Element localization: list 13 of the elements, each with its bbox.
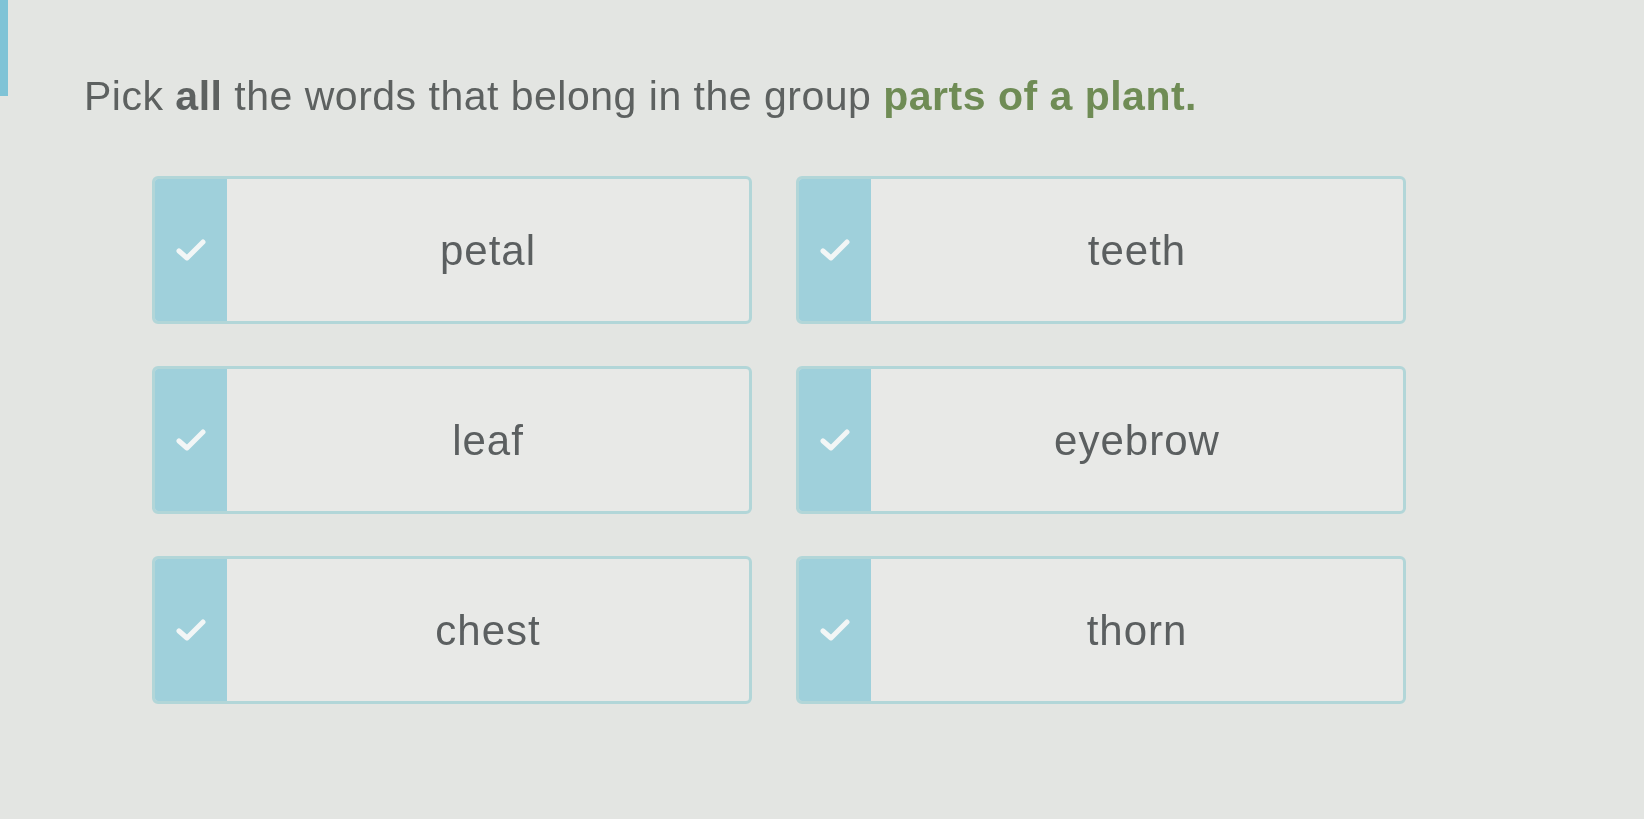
answer-option[interactable]: leaf — [152, 366, 752, 514]
answer-option[interactable]: petal — [152, 176, 752, 324]
check-icon — [820, 239, 850, 261]
answer-option[interactable]: chest — [152, 556, 752, 704]
question-text: Pick all the words that belong in the group parts of a plant. — [84, 72, 1198, 121]
check-icon — [820, 429, 850, 451]
check-icon — [176, 239, 206, 261]
answer-option[interactable]: eyebrow — [796, 366, 1406, 514]
answer-option[interactable]: thorn — [796, 556, 1406, 704]
check-icon — [820, 619, 850, 641]
answer-option[interactable]: teeth — [796, 176, 1406, 324]
check-icon — [176, 429, 206, 451]
check-icon — [176, 619, 206, 641]
